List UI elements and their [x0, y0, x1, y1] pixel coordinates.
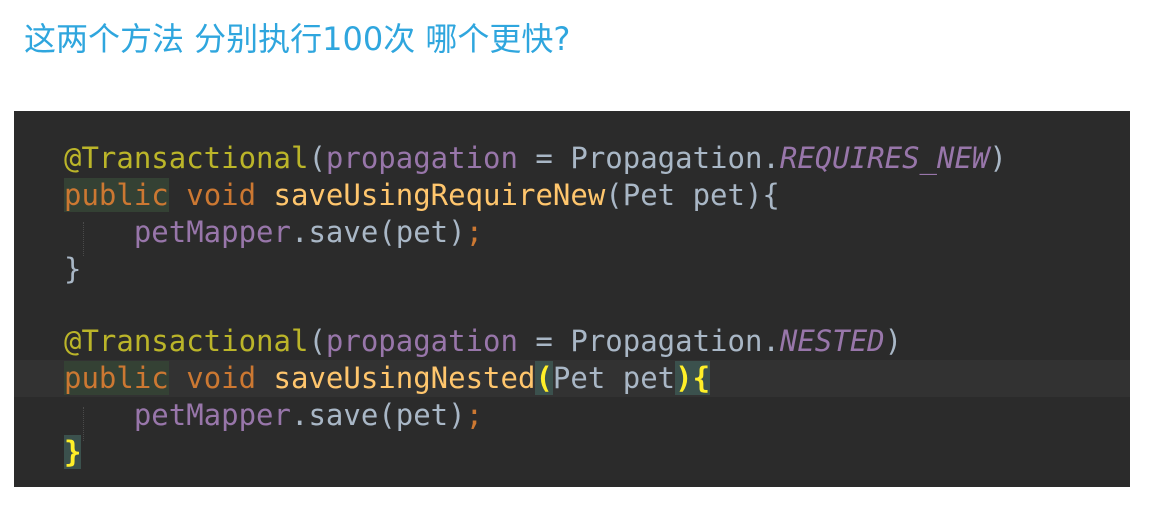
keyword-public: public: [64, 361, 169, 395]
code-line: @Transactional(propagation = Propagation…: [64, 324, 903, 358]
paren-match: ): [675, 361, 693, 395]
keyword-public: public: [64, 178, 169, 212]
code-line: }: [14, 251, 1130, 288]
question-heading: 这两个方法 分别执行100次 哪个更快?: [24, 20, 571, 58]
annotation-param: propagation: [325, 141, 518, 175]
code-line: }: [14, 434, 1130, 471]
code-line-current: public void saveUsingNested(Pet pet){: [14, 360, 1130, 397]
method-name: saveUsingNested: [273, 361, 536, 395]
field-ref: petMapper: [133, 215, 291, 249]
propagation-constant: NESTED: [779, 324, 885, 358]
method-call: .save(pet): [290, 398, 466, 432]
code-line: petMapper.save(pet);: [133, 398, 484, 432]
code-line: petMapper.save(pet);: [133, 215, 484, 249]
annotation-param: propagation: [325, 324, 518, 358]
field-ref: petMapper: [133, 398, 291, 432]
method-params: Pet pet: [622, 178, 745, 212]
propagation-class: Propagation.: [570, 324, 780, 358]
keyword-void: void: [186, 361, 257, 395]
brace-match: {: [692, 361, 711, 395]
annotation: @Transactional: [64, 324, 309, 358]
method-name: saveUsingRequireNew: [273, 178, 606, 212]
paren-match: (: [535, 361, 553, 395]
code-editor[interactable]: @Transactional(propagation = Propagation…: [14, 111, 1130, 487]
code-line: @Transactional(propagation = Propagation…: [64, 141, 1007, 175]
annotation: @Transactional: [64, 141, 309, 175]
propagation-constant: REQUIRES_NEW: [779, 141, 990, 175]
close-brace: }: [64, 252, 82, 286]
method-call: .save(pet): [290, 215, 466, 249]
close-brace-match: }: [64, 435, 82, 469]
keyword-void: void: [186, 178, 257, 212]
code-line: public void saveUsingRequireNew(Pet pet)…: [64, 178, 780, 212]
method-params: Pet pet: [552, 361, 676, 395]
propagation-class: Propagation.: [570, 141, 780, 175]
